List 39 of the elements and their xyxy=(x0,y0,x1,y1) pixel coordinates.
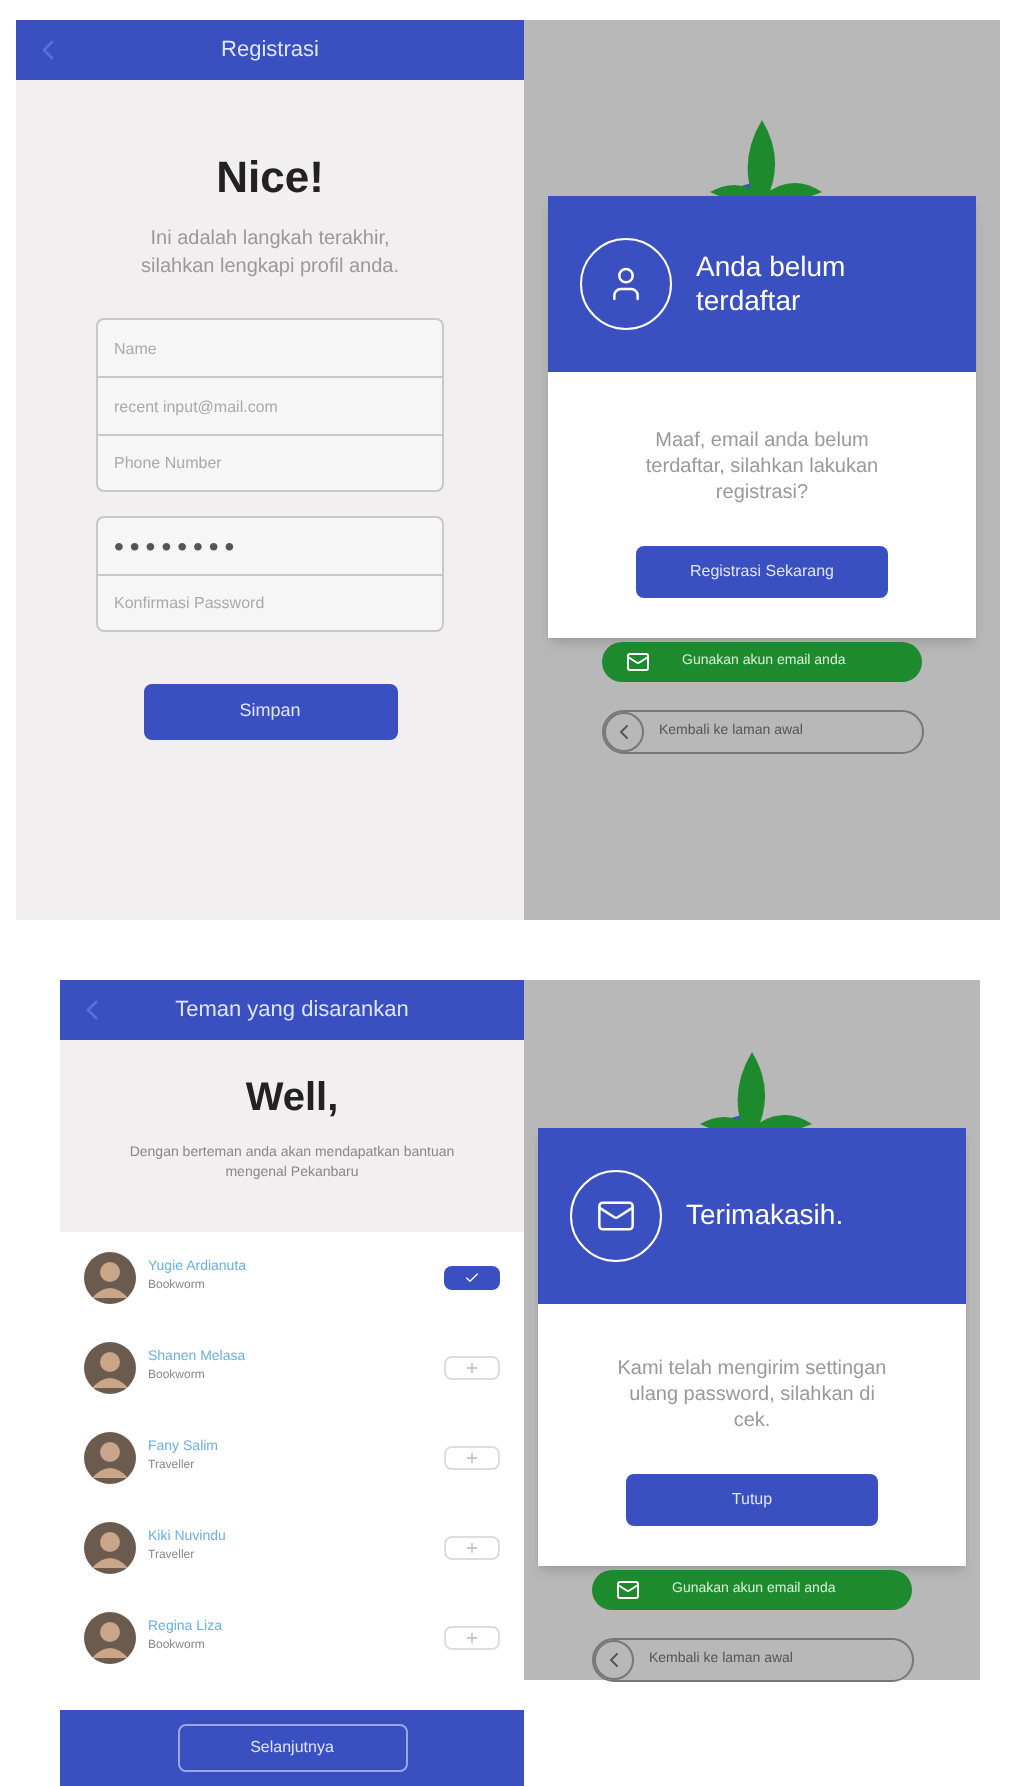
back-icon xyxy=(593,1640,633,1680)
password-field[interactable]: •••••••• xyxy=(96,516,444,574)
input-field[interactable]: Name xyxy=(96,318,444,376)
dialog-message: Kami telah mengirim settingan ulang password, silahkan di cek. xyxy=(615,1356,889,1434)
user-icon xyxy=(580,238,672,330)
mail-icon xyxy=(616,1578,640,1602)
add-friend-toggle[interactable] xyxy=(444,1265,500,1289)
dialog-title: Anda belum terdaftar xyxy=(696,249,848,319)
back-icon xyxy=(603,712,643,752)
avatar-icon xyxy=(84,1251,136,1303)
mail-icon xyxy=(626,650,650,674)
check-icon xyxy=(464,1269,480,1285)
plus-icon xyxy=(464,1449,480,1465)
plus-icon xyxy=(464,1539,480,1555)
add-friend-toggle[interactable] xyxy=(444,1355,500,1379)
input-field[interactable]: Konfirmasi Password xyxy=(96,574,444,632)
mail-icon xyxy=(570,1170,662,1262)
dialog-title: Terimakasih. xyxy=(686,1198,844,1234)
avatar-icon xyxy=(84,1431,136,1483)
heading: Nice! xyxy=(214,150,326,206)
avatar-icon xyxy=(84,1521,136,1573)
input-field[interactable]: recent input@mail.com xyxy=(96,376,444,434)
screen-title: Registrasi xyxy=(221,35,319,66)
dialog-message: Maaf, email anda belum terdaftar, silahkan lakukan registrasi? xyxy=(643,428,881,506)
avatar-icon xyxy=(84,1611,136,1663)
plus-icon xyxy=(464,1629,480,1645)
subtitle: Ini adalah langkah terakhir, silahkan lengkapi profil anda. xyxy=(139,226,401,282)
dialog-button[interactable]: Registrasi Sekarang xyxy=(636,546,888,598)
save-button[interactable]: Simpan xyxy=(143,684,397,740)
avatar-icon xyxy=(84,1341,136,1393)
heading: Well, xyxy=(245,1074,339,1124)
input-field[interactable]: Phone Number xyxy=(96,434,444,492)
add-friend-toggle[interactable] xyxy=(444,1535,500,1559)
next-button[interactable]: Selanjutnya xyxy=(177,1724,407,1772)
plus-icon xyxy=(464,1359,480,1375)
add-friend-toggle[interactable] xyxy=(444,1445,500,1469)
dialog-button[interactable]: Tutup xyxy=(626,1474,878,1526)
screen-title: Teman yang disarankan xyxy=(175,995,409,1026)
add-friend-toggle[interactable] xyxy=(444,1625,500,1649)
